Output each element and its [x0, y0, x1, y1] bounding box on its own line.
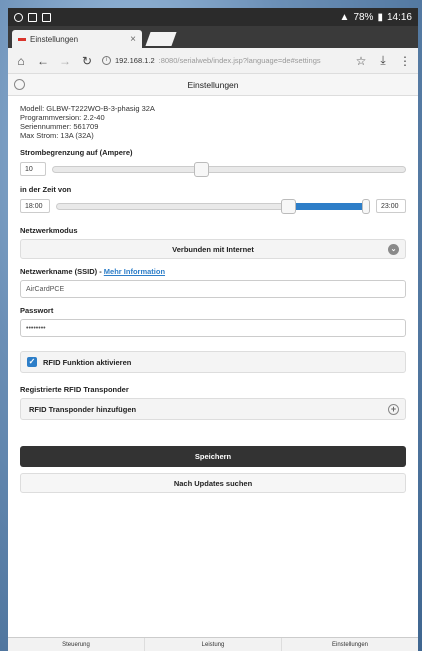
signal-icon: ▲: [339, 11, 350, 23]
network-mode-select[interactable]: Verbunden mit Internet ⌄: [20, 239, 406, 259]
ssid-input[interactable]: AirCardPCE: [20, 280, 406, 298]
url-bar: ⌂ ← → ↻ i 192.168.1.2:8080/serialweb/ind…: [8, 48, 418, 74]
nav-leistung[interactable]: Leistung: [145, 638, 282, 651]
time-range-track[interactable]: [56, 198, 370, 214]
forward-icon[interactable]: →: [58, 54, 72, 68]
more-info-link[interactable]: Mehr Information: [104, 267, 165, 276]
menu-icon[interactable]: ⋮: [398, 54, 412, 68]
network-mode-value: Verbunden mit Internet: [172, 244, 254, 254]
info-version: Programmversion: 2.2-40: [20, 113, 105, 122]
close-tab-icon[interactable]: ×: [130, 34, 136, 45]
time-from-input[interactable]: 18:00: [20, 199, 50, 213]
plus-icon: +: [388, 404, 399, 415]
rfid-add-label: RFID Transponder hinzufügen: [29, 404, 137, 414]
battery-level: 78%: [353, 11, 374, 23]
nav-steuerung[interactable]: Steuerung: [8, 638, 145, 651]
battery-icon: ▮: [377, 11, 383, 23]
current-limit-slider: 10: [20, 161, 406, 177]
password-input[interactable]: ••••••••: [20, 319, 406, 337]
clock: 14:16: [386, 11, 412, 23]
page-title: Einstellungen: [187, 79, 239, 90]
nav-einstellungen[interactable]: Einstellungen: [282, 638, 418, 651]
favicon-icon: [18, 37, 26, 41]
tab-title: Einstellungen: [30, 34, 79, 44]
current-limit-handle[interactable]: [193, 161, 209, 177]
url-host: 192.168.1.2: [115, 56, 155, 65]
current-limit-track[interactable]: [52, 161, 406, 177]
password-label: Passwort: [20, 306, 54, 315]
current-limit-label: Strombegrenzung auf (Ampere): [20, 148, 133, 157]
time-end-handle[interactable]: [361, 198, 370, 214]
rfid-add-button[interactable]: RFID Transponder hinzufügen +: [20, 398, 406, 420]
ssid-label: Netzwerkname (SSID) - Mehr Information: [20, 267, 406, 276]
chevron-down-icon: ⌄: [388, 244, 399, 255]
notification-icon: [14, 12, 23, 22]
url-input[interactable]: i 192.168.1.2:8080/serialweb/index.jsp?l…: [102, 56, 346, 65]
new-tab-button[interactable]: [145, 32, 177, 46]
time-range-slider: 18:00 23:00: [20, 198, 406, 214]
info-max-current: Max Strom: 13A (32A): [20, 131, 94, 140]
info-icon[interactable]: i: [102, 56, 111, 65]
time-range-fill: [287, 202, 366, 210]
home-icon[interactable]: ⌂: [14, 54, 28, 68]
info-serial: Seriennummer: 561709: [20, 122, 99, 131]
info-model: Modell: GLBW-T222WO-B-3-phasig 32A: [20, 104, 155, 113]
rfid-activate-label: RFID Funktion aktivieren: [43, 357, 132, 367]
save-button[interactable]: Speichern: [20, 446, 406, 467]
gallery-icon: [28, 12, 37, 22]
network-mode-label: Netzwerkmodus: [20, 226, 78, 235]
reload-icon[interactable]: ↻: [80, 54, 94, 68]
download-icon: [42, 12, 51, 22]
back-icon[interactable]: ←: [36, 54, 50, 68]
rfid-activate-toggle[interactable]: ✓ RFID Funktion aktivieren: [20, 351, 406, 373]
ssid-label-text: Netzwerkname (SSID) -: [20, 267, 104, 276]
time-range-label: in der Zeit von: [20, 185, 72, 194]
status-bar: ▲ 78% ▮ 14:16: [8, 8, 418, 26]
bottom-nav: Steuerung Leistung Einstellungen: [8, 637, 418, 651]
star-icon[interactable]: ☆: [354, 54, 368, 68]
time-start-handle[interactable]: [280, 198, 296, 214]
browser-tab[interactable]: Einstellungen ×: [12, 30, 142, 48]
tab-strip: Einstellungen ×: [8, 26, 418, 48]
url-path: :8080/serialweb/index.jsp?language=de#se…: [158, 56, 321, 65]
download-icon[interactable]: ⤓: [376, 53, 390, 68]
checkbox-checked-icon[interactable]: ✓: [27, 357, 37, 367]
time-to-input[interactable]: 23:00: [376, 199, 406, 213]
current-limit-input[interactable]: 10: [20, 162, 46, 176]
page-header: Einstellungen: [8, 74, 418, 96]
device-info: Modell: GLBW-T222WO-B-3-phasig 32A Progr…: [20, 104, 406, 140]
settings-content: Modell: GLBW-T222WO-B-3-phasig 32A Progr…: [8, 96, 418, 493]
device-screen: ▲ 78% ▮ 14:16 Einstellungen × ⌂ ← → ↻ i …: [8, 8, 418, 651]
rfid-registered-label: Registrierte RFID Transponder: [20, 385, 129, 394]
back-circle-icon[interactable]: [14, 79, 25, 90]
check-updates-button[interactable]: Nach Updates suchen: [20, 473, 406, 493]
